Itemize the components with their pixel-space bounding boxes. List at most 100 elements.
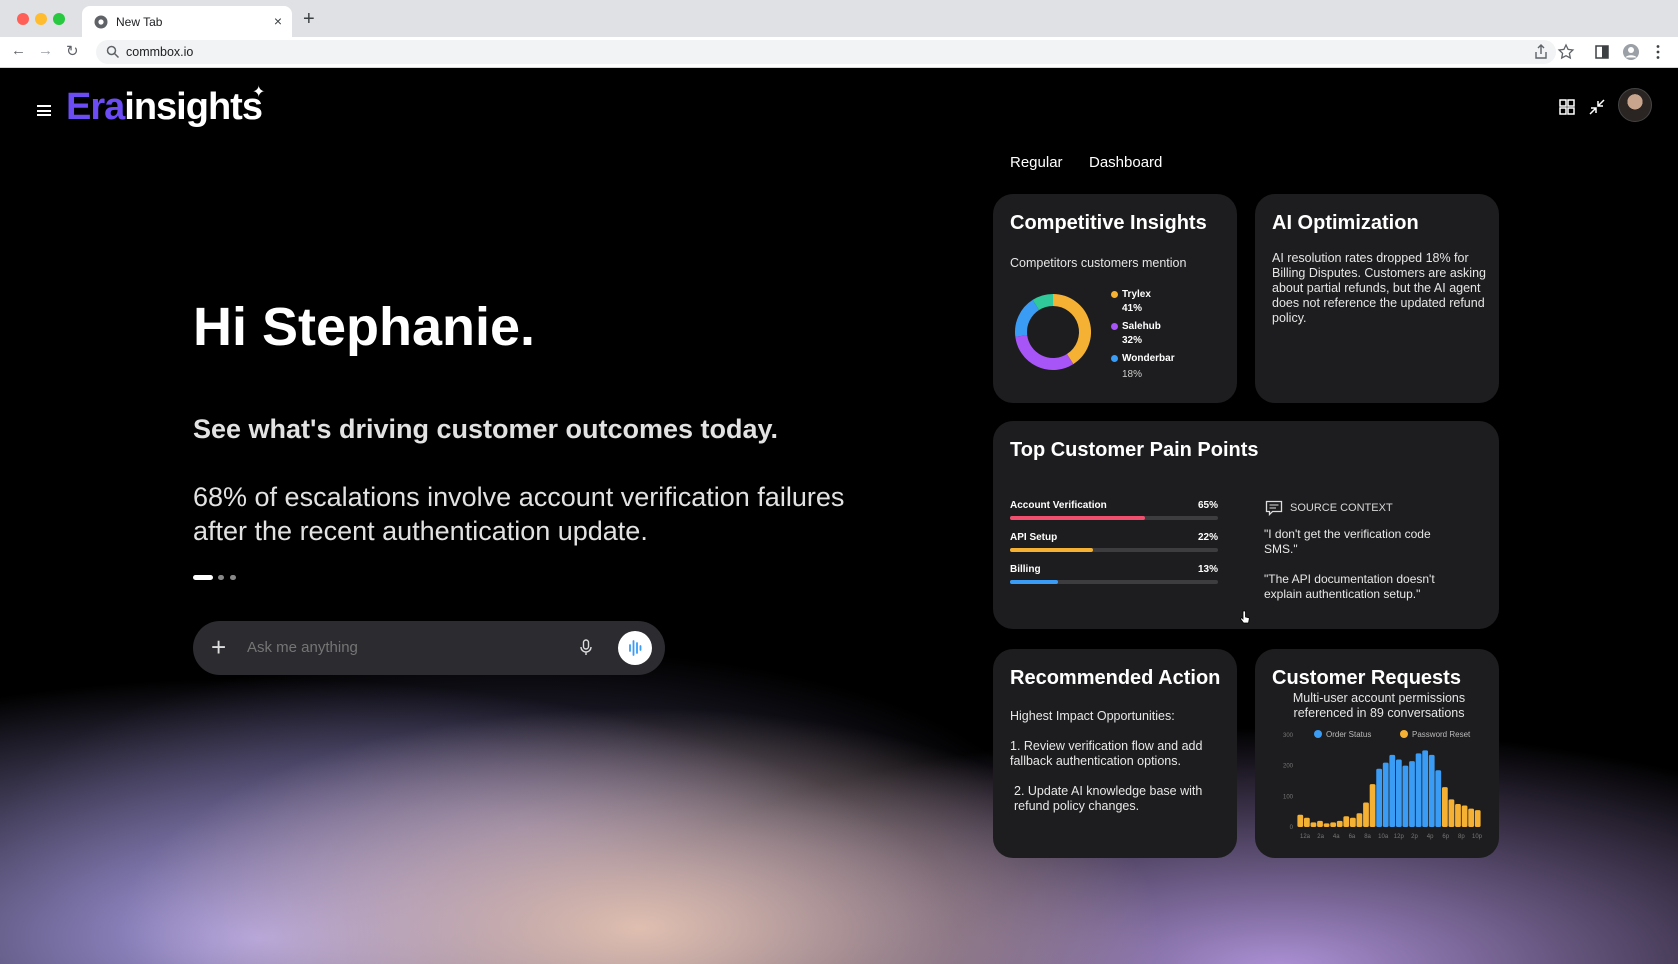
legend-name-trylex: Trylex [1122,289,1151,300]
voice-mode-button[interactable] [618,631,652,665]
browser-toolbar: ← → ↻ commbox.io [0,37,1678,68]
chart-bar [1415,753,1422,827]
window-maximize-button[interactable] [53,13,65,25]
pain-point-label: Billing [1010,564,1041,575]
legend-name-salehub: Salehub [1122,321,1161,332]
pain-point-bar-fill [1010,516,1146,520]
pain-point-bar-fill [1010,548,1094,552]
recommended-item: 1. Review verification flow and add fall… [1010,739,1203,768]
legend-value-wonderbar: 18% [1122,369,1143,380]
card-title: AI Optimization [1272,212,1419,234]
legend-value-trylex: 41% [1122,303,1143,314]
legend-dot-order-status [1314,730,1322,738]
recommended-item: 2. Update AI knowledge base with refund … [1014,784,1203,813]
pain-point-bar-track [1010,516,1218,520]
tab-close-icon[interactable]: × [274,13,282,29]
legend-order-status: Order Status [1326,730,1371,739]
grid-view-icon[interactable] [1558,98,1576,116]
browser-menu-icon[interactable] [1649,43,1667,61]
chart-bar [1356,813,1363,827]
legend-dot-trylex [1111,291,1118,298]
card-title: Top Customer Pain Points [1010,439,1259,461]
chart-bar [1369,784,1376,827]
pager-dot-active[interactable] [193,575,213,580]
chart-bar [1448,799,1455,827]
chart-bar [1323,823,1330,827]
back-button[interactable]: ← [11,42,26,59]
hero-insight: 68% of escalations involve account verif… [193,482,845,546]
ask-bar: + [193,621,665,675]
browser-tab[interactable]: New Tab × [82,6,292,37]
mouse-pointer-icon [1240,610,1250,624]
window-minimize-button[interactable] [35,13,47,25]
legend-dot-password-reset [1400,730,1408,738]
user-avatar[interactable] [1618,88,1652,122]
x-tick-label: 6p [1442,834,1449,840]
chart-bar [1455,804,1461,827]
y-tick-label: 300 [1283,733,1294,739]
recommended-action-card[interactable]: Recommended Action Highest Impact Opport… [993,649,1237,858]
window-close-button[interactable] [17,13,29,25]
tab-dashboard[interactable]: Dashboard [1089,154,1162,171]
add-attachment-button[interactable]: + [211,632,226,663]
side-panel-icon[interactable] [1593,43,1611,61]
source-quote: "The API documentation doesn't explain a… [1264,572,1435,601]
card-subtitle: Competitors customers mention [1010,256,1187,270]
new-tab-button[interactable]: + [303,8,315,31]
tab-title: New Tab [116,15,163,29]
chart-bar [1461,805,1468,827]
chart-bar [1336,820,1343,827]
url-text: commbox.io [126,45,194,59]
y-tick-label: 200 [1283,764,1294,770]
sparkle-icon: ✦ [252,84,265,101]
legend-name-wonderbar: Wonderbar [1122,353,1175,364]
share-icon[interactable] [1532,43,1550,61]
reload-button[interactable]: ↻ [66,42,79,60]
chart-bar [1310,822,1317,827]
legend-value-salehub: 32% [1122,335,1143,346]
donut-chart [1015,294,1091,370]
chart-bar [1428,754,1435,827]
chart-bar [1330,822,1337,827]
chart-bar [1363,802,1369,827]
pager-dot[interactable] [218,575,224,580]
ai-optimization-text: AI resolution rates dropped 18% for Bill… [1272,251,1486,325]
customer-requests-card[interactable]: Customer Requests Multi-user account per… [1255,649,1499,858]
erainsights-logo[interactable]: Erainsights ✦ [66,84,265,129]
x-tick-label: 2a [1317,834,1324,840]
chart-bar [1395,759,1402,827]
pager-dot[interactable] [230,575,236,580]
pain-point-label: API Setup [1010,532,1058,543]
x-tick-label: 10a [1378,834,1389,840]
y-tick-label: 0 [1290,825,1294,831]
bookmark-star-icon[interactable] [1557,43,1575,61]
tab-regular[interactable]: Regular [1010,154,1063,171]
legend-password-reset: Password Reset [1412,730,1471,739]
profile-icon[interactable] [1622,43,1640,61]
app-page: Erainsights ✦ Regular Dashboard Hi Steph… [0,68,1678,964]
recommended-heading: Highest Impact Opportunities: [1010,709,1175,723]
hamburger-menu-icon[interactable] [37,105,51,116]
collapse-icon[interactable] [1588,98,1606,116]
ask-input[interactable] [247,639,547,656]
logo-insights-text: insights [124,86,263,128]
search-icon [106,45,120,59]
chart-bar [1382,762,1389,827]
chart-bar [1474,810,1481,827]
microphone-icon[interactable] [577,638,595,656]
chart-bar [1468,808,1475,827]
x-tick-label: 12p [1394,834,1405,840]
voice-wave-icon [629,640,642,656]
pain-point-bar-track [1010,580,1218,584]
competitive-insights-card[interactable]: Competitive Insights Competitors custome… [993,194,1237,403]
address-bar[interactable]: commbox.io [96,40,1556,64]
ai-optimization-card[interactable]: AI Optimization AI resolution rates drop… [1255,194,1499,403]
source-quote: "I don't get the verification code SMS." [1264,527,1431,556]
x-tick-label: 10p [1472,834,1483,840]
x-tick-label: 4a [1333,834,1340,840]
chart-bar [1389,754,1396,827]
forward-button[interactable]: → [38,42,53,59]
donut-slice [1015,299,1040,337]
pain-point-value: 65% [1197,500,1218,511]
requests-subtitle: Multi-user account permissions reference… [1292,691,1466,720]
